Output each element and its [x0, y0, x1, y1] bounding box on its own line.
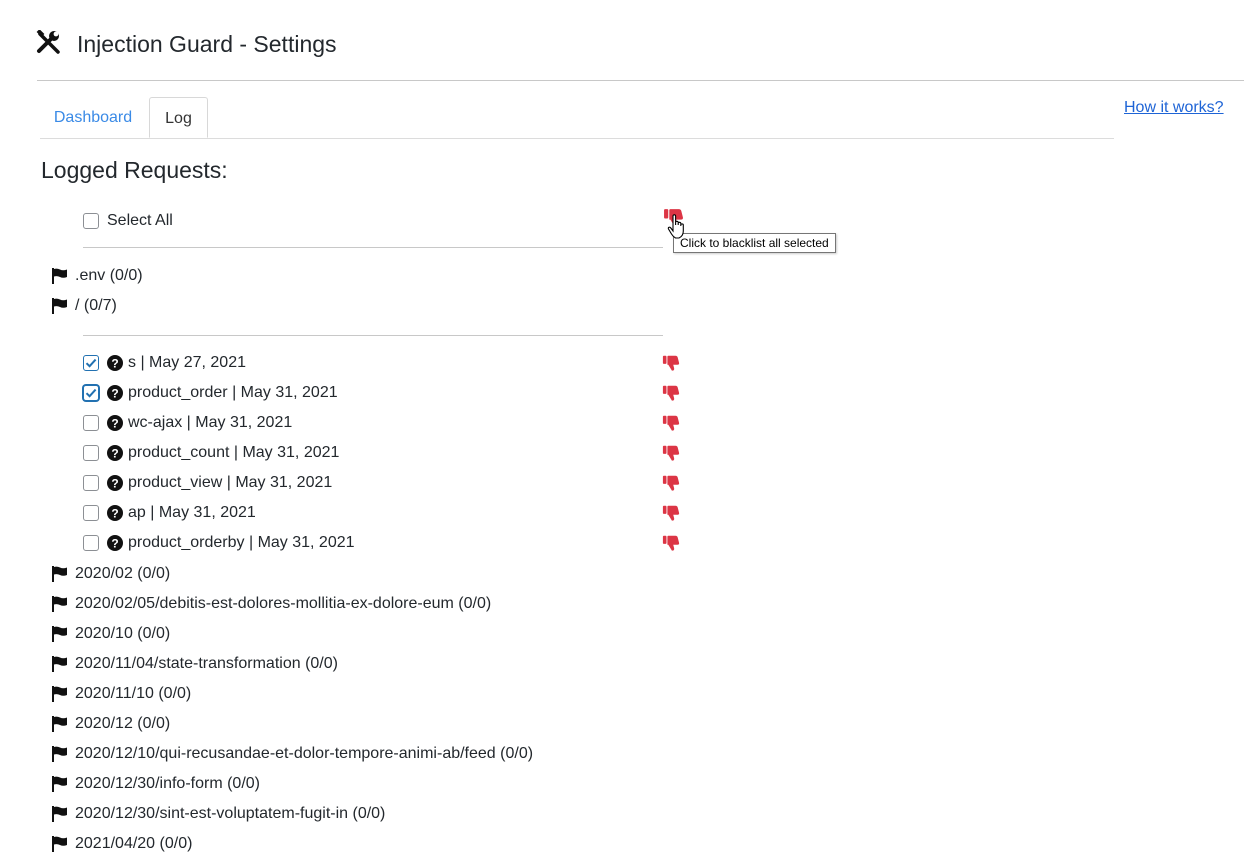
svg-text:?: ? [111, 506, 118, 520]
flag-icon [51, 836, 68, 852]
request-checkbox[interactable] [83, 355, 99, 371]
blacklist-tooltip: Click to blacklist all selected [673, 233, 836, 253]
svg-text:?: ? [111, 476, 118, 490]
folder-item[interactable]: 2020/12 (0/0) [75, 715, 170, 733]
request-label: ap | May 31, 2021 [128, 504, 256, 521]
header-divider [37, 80, 1244, 81]
flag-icon [51, 686, 68, 702]
question-circle-icon[interactable]: ? [107, 475, 123, 491]
question-circle-icon[interactable]: ? [107, 445, 123, 461]
folder-item[interactable]: 2020/12/10/qui-recusandae-et-dolor-tempo… [75, 745, 533, 763]
blacklist-thumbs-down-icon[interactable] [662, 504, 680, 522]
select-all-checkbox[interactable] [83, 213, 99, 229]
flag-icon [51, 746, 68, 762]
request-label: product_orderby | May 31, 2021 [128, 534, 355, 551]
section-title: Logged Requests: [41, 157, 228, 183]
question-circle-icon[interactable]: ? [107, 415, 123, 431]
folder-item[interactable]: 2020/11/04/state-transformation (0/0) [75, 655, 338, 673]
flag-icon [51, 566, 68, 582]
flag-icon [51, 596, 68, 612]
request-checkbox[interactable] [83, 415, 99, 431]
blacklist-thumbs-down-icon[interactable] [662, 354, 680, 372]
question-circle-icon[interactable]: ? [107, 355, 123, 371]
blacklist-thumbs-down-icon[interactable] [662, 384, 680, 402]
flag-icon [51, 806, 68, 822]
folder-item[interactable]: 2020/11/10 (0/0) [75, 685, 191, 703]
page-title: Injection Guard - Settings [77, 31, 337, 57]
select-all-label: Select All [107, 212, 173, 229]
svg-text:?: ? [111, 416, 118, 430]
folder-item[interactable]: 2020/02/05/debitis-est-dolores-mollitia-… [75, 595, 491, 613]
folder-item-env[interactable]: .env (0/0) [75, 267, 143, 285]
svg-text:?: ? [111, 446, 118, 460]
tabs-divider [40, 138, 1114, 139]
folder-divider [83, 335, 663, 336]
request-label: product_count | May 31, 2021 [128, 444, 340, 461]
request-checkbox[interactable] [83, 385, 99, 401]
folder-item[interactable]: 2020/02 (0/0) [75, 565, 170, 583]
request-checkbox[interactable] [83, 505, 99, 521]
folder-item[interactable]: 2021/04/20 (0/0) [75, 835, 192, 853]
blacklist-thumbs-down-icon[interactable] [662, 444, 680, 462]
blacklist-thumbs-down-icon[interactable] [662, 474, 680, 492]
request-checkbox[interactable] [83, 475, 99, 491]
svg-text:?: ? [111, 386, 118, 400]
flag-icon [51, 626, 68, 642]
folder-item[interactable]: 2020/12/30/sint-est-voluptatem-fugit-in … [75, 805, 385, 823]
flag-icon [51, 656, 68, 672]
flag-icon [52, 298, 67, 314]
question-circle-icon[interactable]: ? [107, 535, 123, 551]
folder-item-root[interactable]: / (0/7) [75, 297, 117, 315]
folder-item[interactable]: 2020/12/30/info-form (0/0) [75, 775, 260, 793]
request-label: wc-ajax | May 31, 2021 [128, 414, 293, 431]
svg-text:?: ? [111, 536, 118, 550]
select-all-divider [83, 247, 663, 248]
flag-icon [52, 268, 67, 284]
flag-icon [51, 776, 68, 792]
blacklist-thumbs-down-icon[interactable] [662, 534, 680, 552]
request-label: product_view | May 31, 2021 [128, 474, 333, 491]
request-checkbox[interactable] [83, 535, 99, 551]
blacklist-thumbs-down-icon[interactable] [662, 414, 680, 432]
svg-text:?: ? [111, 356, 118, 370]
hand-pointer-icon [667, 214, 684, 239]
tab-log[interactable]: Log [149, 97, 208, 138]
request-checkbox[interactable] [83, 445, 99, 461]
tab-dashboard[interactable]: Dashboard [40, 97, 146, 138]
wrench-screwdriver-icon [36, 30, 60, 54]
flag-icon [51, 716, 68, 732]
request-label: product_order | May 31, 2021 [128, 384, 338, 401]
how-it-works-link[interactable]: How it works? [1124, 99, 1224, 117]
question-circle-icon[interactable]: ? [107, 505, 123, 521]
folder-item[interactable]: 2020/10 (0/0) [75, 625, 170, 643]
request-label: s | May 27, 2021 [128, 354, 246, 371]
question-circle-icon[interactable]: ? [107, 385, 123, 401]
